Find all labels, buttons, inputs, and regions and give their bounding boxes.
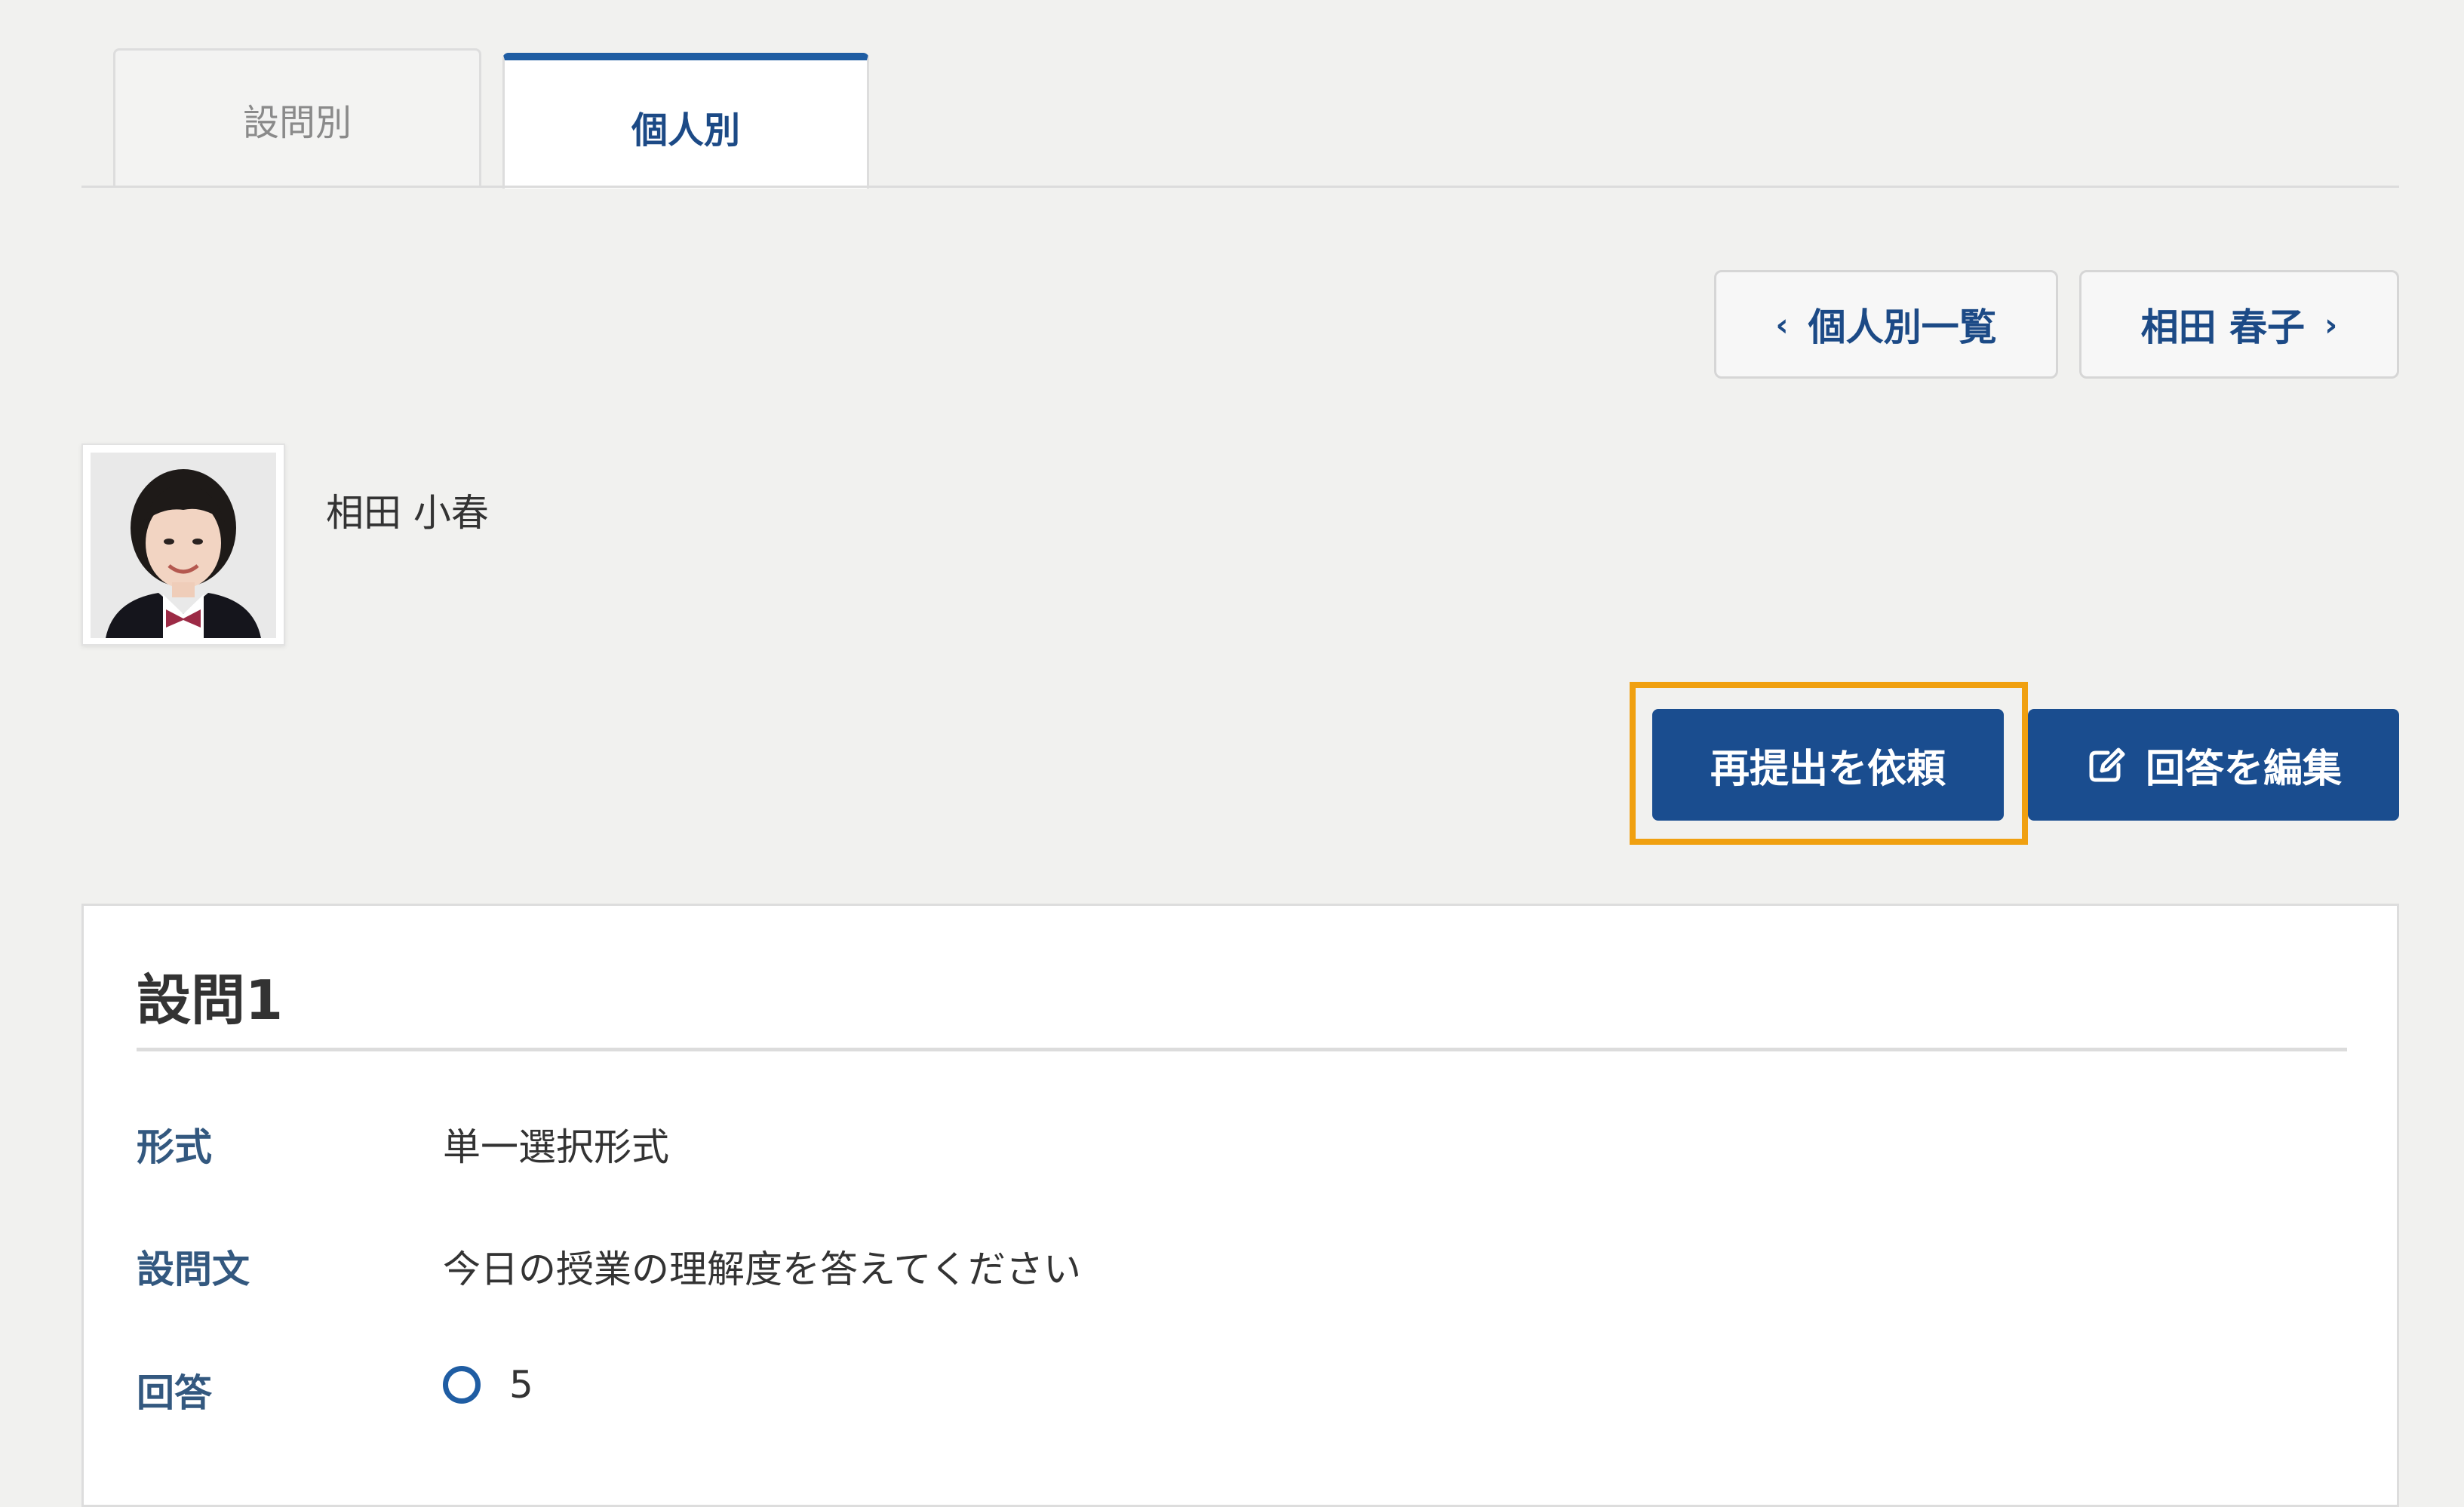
question-text-value: 今日の授業の理解度を答えてください [443,1248,1081,1291]
next-student-label: 相田 春子 [2140,305,2306,349]
question-text-label: 設問文 [137,1248,250,1291]
radio-selected-icon [443,1366,481,1404]
tab-by-question-label: 設問別 [242,101,352,144]
answer-value: 5 [443,1363,533,1407]
individual-list-button[interactable]: ‹ 個人別一覧 [1714,270,2058,379]
tab-by-question[interactable]: 設問別 [113,48,481,187]
question-title-divider [137,1048,2347,1051]
answer-text: 5 [509,1363,533,1407]
chevron-right-icon: › [2324,305,2338,343]
chevron-left-icon: ‹ [1775,305,1789,343]
format-value: 単一選択形式 [443,1125,669,1169]
next-student-button[interactable]: 相田 春子 › [2079,270,2399,379]
request-resubmission-button[interactable]: 再提出を依頼 [1652,709,2004,821]
request-resubmission-label: 再提出を依頼 [1710,746,1946,792]
edit-answer-button[interactable]: 回答を編集 [2028,709,2399,821]
avatar [81,444,285,646]
question-title: 設問1 [137,968,284,1032]
tab-bar: 設問別 個人別 [81,0,2399,189]
answer-label: 回答 [137,1371,212,1415]
tab-by-individual-label: 個人別 [631,109,740,152]
student-name: 相田 小春 [326,491,489,535]
tab-divider [81,186,2399,188]
student-photo [91,453,276,638]
format-label: 形式 [137,1125,212,1169]
edit-icon [2085,744,2128,786]
edit-answer-label: 回答を編集 [2145,746,2342,792]
individual-list-label: 個人別一覧 [1808,305,1997,349]
tab-by-individual[interactable]: 個人別 [502,53,869,189]
question-card: 設問1 形式 単一選択形式 設問文 今日の授業の理解度を答えてください 回答 5 [81,904,2399,1507]
